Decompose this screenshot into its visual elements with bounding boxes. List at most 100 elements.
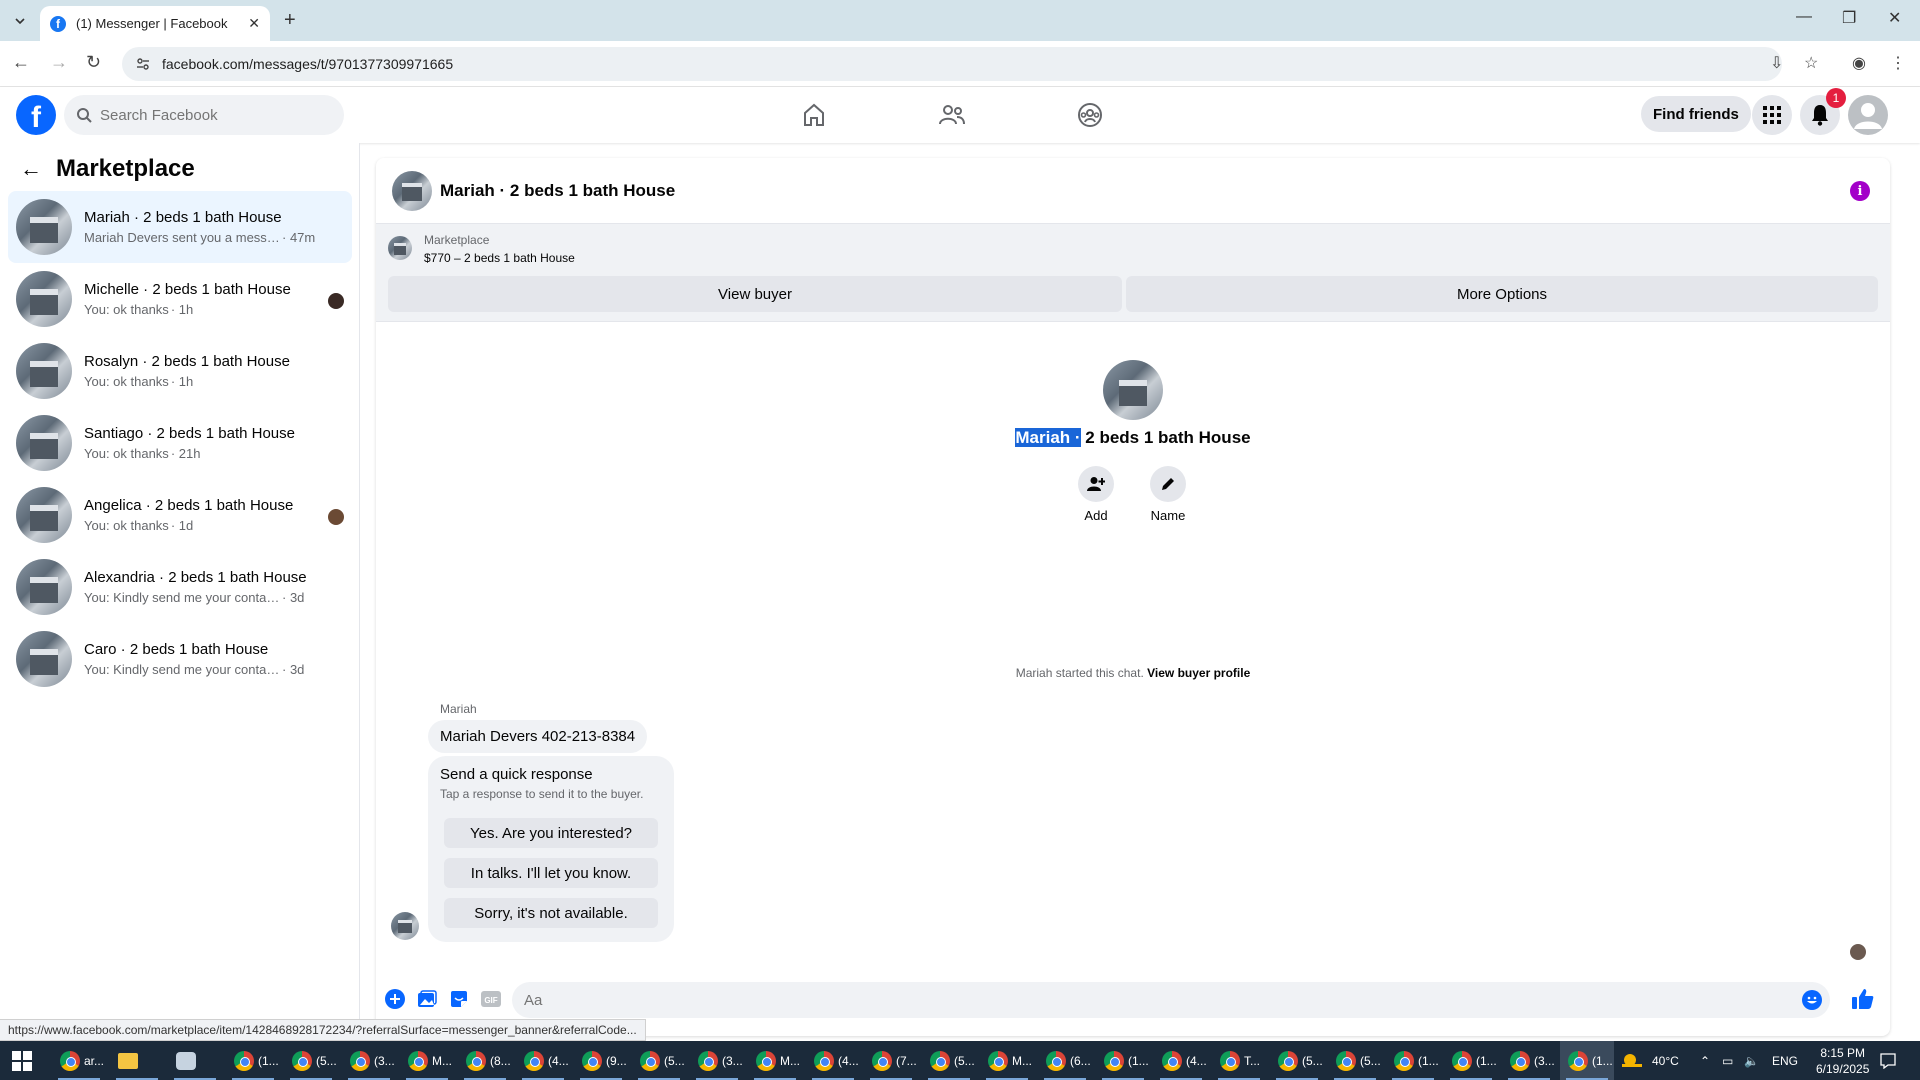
- close-window-button[interactable]: ✕: [1888, 8, 1901, 28]
- taskbar-app-button[interactable]: (1...: [1386, 1041, 1440, 1080]
- message-bubble[interactable]: Mariah Devers 402-213-8384: [428, 720, 648, 753]
- taskbar-app-button[interactable]: (5...: [1328, 1041, 1382, 1080]
- groups-icon[interactable]: [1074, 99, 1106, 131]
- facebook-search-box[interactable]: [64, 95, 344, 135]
- taskbar-app-button[interactable]: ar...: [52, 1041, 106, 1080]
- tab-close-icon[interactable]: ✕: [248, 15, 260, 32]
- conversation-item[interactable]: Caro · 2 beds 1 bath House You: Kindly se…: [8, 623, 352, 695]
- taskbar-app-label: (4...: [548, 1053, 569, 1068]
- facebook-search-input[interactable]: [100, 106, 320, 124]
- taskbar-app-button[interactable]: T...: [1212, 1041, 1266, 1080]
- find-friends-button[interactable]: Find friends: [1641, 96, 1751, 132]
- quick-response-in-talks[interactable]: In talks. I'll let you know.: [444, 858, 658, 888]
- taskbar-app-button[interactable]: M...: [980, 1041, 1034, 1080]
- taskbar-app-label: (3...: [1534, 1053, 1555, 1068]
- taskbar-app-label: (5...: [954, 1053, 975, 1068]
- install-app-icon[interactable]: ⇩: [1770, 53, 1783, 73]
- site-info-icon[interactable]: [136, 57, 150, 71]
- taskbar-app-button[interactable]: [110, 1041, 164, 1080]
- quick-response-not-available[interactable]: Sorry, it's not available.: [444, 898, 658, 928]
- taskbar-app-button[interactable]: (7...: [864, 1041, 918, 1080]
- url-omnibox[interactable]: facebook.com/messages/t/9701377309971665: [122, 47, 1782, 81]
- clock-date: 6/19/2025: [1816, 1061, 1870, 1076]
- facebook-logo-icon[interactable]: f: [16, 95, 56, 135]
- taskbar-app-button[interactable]: (9...: [574, 1041, 628, 1080]
- conversation-snippet: You: ok thanks: [84, 374, 169, 389]
- bookmark-star-icon[interactable]: ☆: [1804, 53, 1818, 73]
- photo-icon[interactable]: [416, 988, 438, 1010]
- chrome-icon: [756, 1050, 776, 1071]
- thumbs-up-icon[interactable]: [1850, 986, 1876, 1012]
- clock[interactable]: 8:15 PM 6/19/2025: [1816, 1041, 1869, 1080]
- taskbar-app-button[interactable]: (5...: [284, 1041, 338, 1080]
- taskbar-app-label: ar...: [84, 1053, 105, 1068]
- friends-icon[interactable]: [936, 99, 968, 131]
- account-avatar[interactable]: [1848, 95, 1888, 135]
- taskbar-app-button[interactable]: (6...: [1038, 1041, 1092, 1080]
- view-buyer-profile-link[interactable]: View buyer profile: [1147, 666, 1250, 680]
- taskbar-app-button[interactable]: (3...: [1502, 1041, 1556, 1080]
- taskbar-app-button[interactable]: (4...: [1154, 1041, 1208, 1080]
- taskbar-app-button[interactable]: [168, 1041, 222, 1080]
- add-people-button[interactable]: Add: [1066, 466, 1126, 523]
- taskbar-app-button[interactable]: (3...: [342, 1041, 396, 1080]
- emoji-icon[interactable]: [1802, 990, 1822, 1010]
- sender-avatar[interactable]: [391, 912, 419, 940]
- windows-start-icon[interactable]: [12, 1051, 32, 1071]
- browser-menu-icon[interactable]: ⋮: [1890, 53, 1906, 73]
- conversation-item[interactable]: Angelica · 2 beds 1 bath House You: ok th…: [8, 479, 352, 551]
- taskbar-app-button[interactable]: M...: [748, 1041, 802, 1080]
- listing-price[interactable]: $770 – 2 beds 1 bath House: [424, 251, 575, 265]
- taskbar-app-button[interactable]: (4...: [516, 1041, 570, 1080]
- taskbar-app-button[interactable]: (5...: [922, 1041, 976, 1080]
- listing-thumbnail[interactable]: [388, 236, 412, 260]
- reload-icon[interactable]: ↻: [86, 52, 101, 73]
- temperature-text[interactable]: 40°C: [1652, 1041, 1679, 1080]
- new-tab-button[interactable]: +: [284, 9, 296, 32]
- taskbar-app-button[interactable]: (5...: [632, 1041, 686, 1080]
- weather-icon[interactable]: [1620, 1041, 1644, 1080]
- tab-search-button[interactable]: [8, 9, 32, 33]
- notification-center-icon[interactable]: [1880, 1041, 1896, 1080]
- taskbar-app-button[interactable]: (4...: [806, 1041, 860, 1080]
- taskbar-app-button[interactable]: (1...: [1096, 1041, 1150, 1080]
- taskbar-app-button[interactable]: M...: [400, 1041, 454, 1080]
- forward-arrow-icon[interactable]: →: [50, 52, 68, 73]
- sticker-icon[interactable]: [448, 988, 470, 1010]
- info-icon[interactable]: i: [1850, 181, 1870, 201]
- taskbar-app-button[interactable]: (1...: [1444, 1041, 1498, 1080]
- back-arrow-icon[interactable]: ←: [20, 156, 42, 182]
- view-buyer-button[interactable]: View buyer: [388, 276, 1122, 312]
- speaker-icon[interactable]: 🔈: [1744, 1041, 1759, 1080]
- taskbar-app-button[interactable]: (5...: [1270, 1041, 1324, 1080]
- conversation-item[interactable]: Mariah · 2 beds 1 bath House Mariah Dever…: [8, 191, 352, 263]
- taskbar-app-button[interactable]: (3...: [690, 1041, 744, 1080]
- more-options-button[interactable]: More Options: [1126, 276, 1878, 312]
- message-input[interactable]: [524, 991, 1724, 1009]
- chat-title[interactable]: Mariah · 2 beds 1 bath House: [440, 181, 675, 201]
- seen-avatar: [328, 509, 344, 525]
- back-arrow-icon[interactable]: ←: [12, 52, 30, 73]
- taskbar-app-button[interactable]: (1...: [226, 1041, 280, 1080]
- quick-response-yes[interactable]: Yes. Are you interested?: [444, 818, 658, 848]
- message-input-box[interactable]: [512, 982, 1830, 1018]
- restore-button[interactable]: ❐: [1842, 8, 1856, 28]
- plus-circle-icon[interactable]: [384, 988, 406, 1010]
- conversation-item[interactable]: Michelle · 2 beds 1 bath House You: ok th…: [8, 263, 352, 335]
- home-icon[interactable]: [798, 99, 830, 131]
- browser-tab-messenger[interactable]: f (1) Messenger | Facebook ✕: [40, 6, 270, 41]
- taskbar-app-button[interactable]: (8...: [458, 1041, 512, 1080]
- chat-avatar[interactable]: [392, 170, 432, 211]
- edit-name-button[interactable]: Name: [1138, 466, 1198, 523]
- menu-grid-icon[interactable]: [1752, 95, 1792, 135]
- conversation-item[interactable]: Alexandria · 2 beds 1 bath House You: Kin…: [8, 551, 352, 623]
- minimize-button[interactable]: —: [1796, 8, 1812, 26]
- profile-icon[interactable]: ◉: [1852, 53, 1866, 73]
- gif-icon[interactable]: GIF: [480, 988, 502, 1010]
- language-indicator[interactable]: ENG: [1772, 1041, 1798, 1080]
- taskbar-app-button[interactable]: (1...: [1560, 1041, 1614, 1080]
- tray-chevron-up-icon[interactable]: ⌃: [1700, 1041, 1710, 1080]
- network-icon[interactable]: ▭: [1722, 1041, 1733, 1080]
- conversation-item[interactable]: Rosalyn · 2 beds 1 bath House You: ok tha…: [8, 335, 352, 407]
- conversation-item[interactable]: Santiago · 2 beds 1 bath House You: ok th…: [8, 407, 352, 479]
